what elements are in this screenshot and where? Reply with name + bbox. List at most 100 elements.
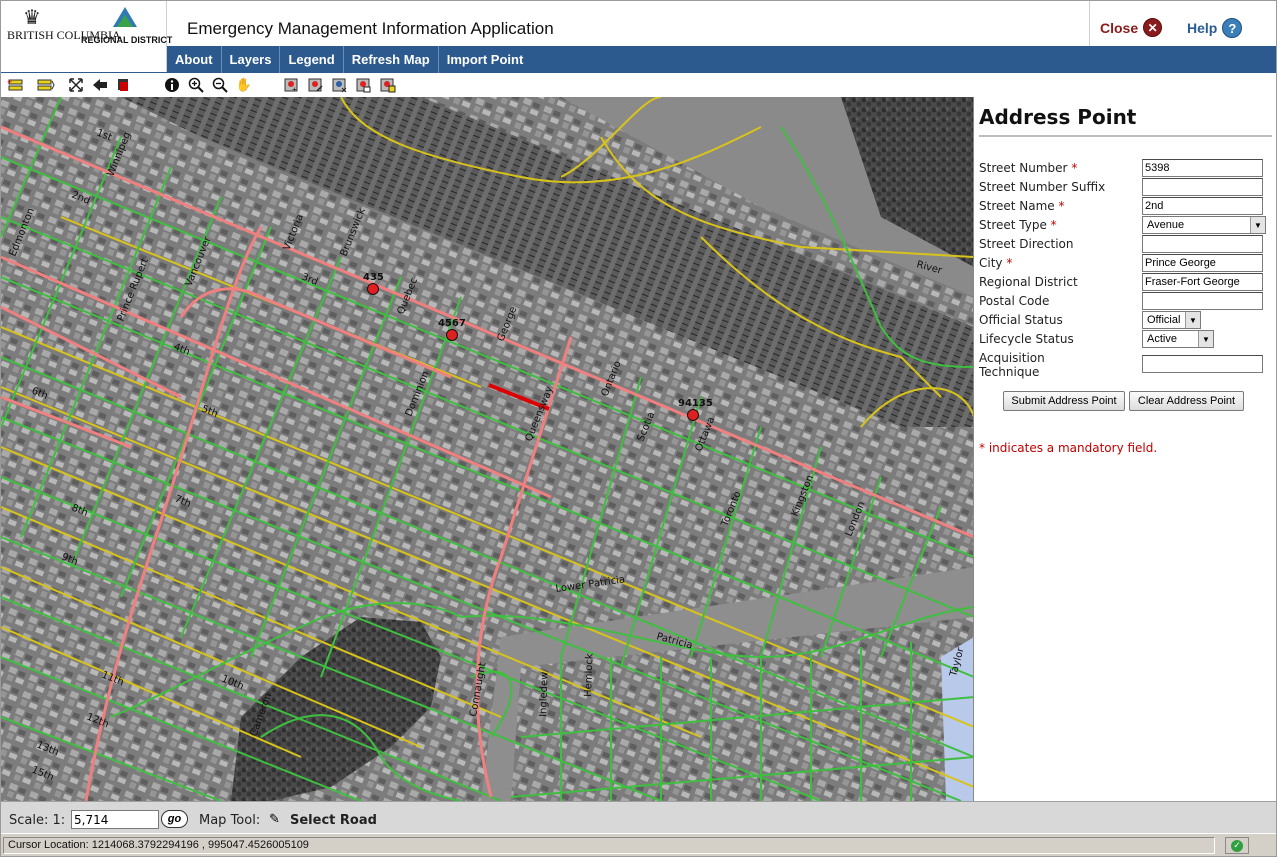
close-label: Close [1100,19,1139,36]
help-icon[interactable]: ? [1222,18,1243,38]
nav-about[interactable]: About [167,46,222,73]
pan-icon[interactable]: ✋ [235,76,253,94]
street-name-label: Street Name * [979,199,1065,213]
map-label: Ingledew [538,671,551,717]
street-number-suffix-input[interactable] [1142,178,1263,196]
chevron-down-icon[interactable]: ▼ [1185,312,1200,328]
submit-address-point-button[interactable]: Submit Address Point [1003,391,1125,411]
lifecycle-status-label: Lifecycle Status [979,332,1074,346]
map-tool-value: Select Road [290,813,377,828]
app-title: Emergency Management Information Applica… [187,19,554,38]
lifecycle-status-value: Active [1147,333,1177,345]
city-label: City * [979,256,1013,270]
street-type-value: Avenue [1147,219,1185,231]
street-type-select[interactable]: Avenue ▼ [1142,216,1266,234]
scale-input[interactable] [71,810,159,829]
street-number-suffix-row: Street Number Suffix [979,178,1269,197]
add-point-icon[interactable]: + [283,76,301,94]
go-button[interactable]: go [161,810,188,828]
street-direction-row: Street Direction [979,235,1269,254]
official-status-value: Official [1147,314,1181,326]
svg-text:+: + [7,77,12,87]
mandatory-field-note: * indicates a mandatory field. [979,441,1158,455]
svg-text:+: + [292,85,297,93]
help-label: Help [1187,20,1218,36]
regional-district-label: Regional District [979,275,1078,289]
official-status-select[interactable]: Official ▼ [1142,311,1201,329]
map-view[interactable]: 1st 2nd 3rd 4th 5th 6th 7th 8th 9th 10th… [1,97,974,801]
street-direction-label: Street Direction [979,237,1074,251]
status-bar: Cursor Location: 1214068.3792294196 , 99… [1,833,1276,856]
help-button[interactable]: Help ? [1187,18,1243,38]
back-extent-icon[interactable] [91,76,109,94]
rd-logo-text: REGIONAL DISTRICT [81,35,173,45]
acquisition-technique-input[interactable] [1142,355,1263,373]
regional-district-logo: REGIONAL DISTRICT [81,7,172,47]
zoom-in-icon[interactable] [187,76,205,94]
panel-title: Address Point [979,105,1137,129]
street-number-input[interactable] [1142,159,1263,177]
scale-label: Scale: 1: [9,813,66,828]
layer-toggle-icon[interactable] [37,76,55,94]
acquisition-technique-label: Acquisition Technique [979,351,1045,379]
acquisition-technique-row: Acquisition Technique [979,349,1269,383]
nav-refresh-map[interactable]: Refresh Map [344,46,439,73]
regional-district-input[interactable] [1142,273,1263,291]
cursor-location: Cursor Location: 1214068.3792294196 , 99… [3,837,1215,854]
zoom-out-icon[interactable] [211,76,229,94]
check-icon: ✓ [1231,839,1243,852]
query-point-icon[interactable] [379,76,397,94]
close-button[interactable]: Close ✕ [1100,18,1163,37]
map-toolbar: + ✋ + [1,73,1276,97]
postal-code-row: Postal Code [979,292,1269,311]
address-point-label: 94135 [678,398,713,409]
chevron-down-icon[interactable]: ▼ [1250,217,1265,233]
city-row: City * [979,254,1269,273]
info-icon[interactable] [163,76,181,94]
close-icon[interactable]: ✕ [1143,18,1163,37]
city-input[interactable] [1142,254,1263,272]
nav-legend[interactable]: Legend [280,46,344,73]
app-window: Emergency Management Information Applica… [0,0,1277,857]
nav-import-point[interactable]: Import Point [439,46,532,73]
clear-address-point-button[interactable]: Clear Address Point [1129,391,1244,411]
street-number-row: Street Number * [979,159,1269,178]
street-name-row: Street Name * [979,197,1269,216]
street-number-suffix-label: Street Number Suffix [979,180,1106,194]
select-point-icon[interactable] [355,76,373,94]
street-type-row: Street Type * Avenue ▼ [979,216,1269,235]
street-type-label: Street Type * [979,218,1057,232]
street-name-input[interactable] [1142,197,1263,215]
street-direction-input[interactable] [1142,235,1263,253]
crest-icon: ♛ [23,5,41,29]
map-label: Hemlock [583,653,596,697]
tree-icon [117,15,133,27]
official-status-row: Official Status Official ▼ [979,311,1269,330]
address-point-panel: Address Point Street Number * Street Num… [975,97,1276,801]
edit-point-icon[interactable] [307,76,325,94]
street-number-label: Street Number * [979,161,1078,175]
logo-area: ♛ BRITISH COLUMBIA REGIONAL DISTRICT [1,1,172,72]
panel-divider [979,135,1272,137]
move-point-icon[interactable] [331,76,349,94]
lifecycle-status-row: Lifecycle Status Active ▼ [979,330,1269,349]
map-tool-label: Map Tool: [199,813,261,828]
full-extent-icon[interactable] [67,76,85,94]
nav-layers[interactable]: Layers [222,46,281,73]
postal-code-label: Postal Code [979,294,1050,308]
bc-logo: ♛ BRITISH COLUMBIA [7,5,121,45]
official-status-label: Official Status [979,313,1063,327]
address-point-label: 435 [363,272,384,283]
postal-code-input[interactable] [1142,292,1263,310]
nav-bar: About Layers Legend Refresh Map Import P… [167,46,1276,73]
scale-bar: Scale: 1: go Map Tool: ✎ Select Road [1,801,1276,833]
status-indicator: ✓ [1225,837,1249,854]
layer-add-icon[interactable]: + [7,76,25,94]
pencil-icon: ✎ [269,811,280,826]
map-canvas[interactable]: 1st 2nd 3rd 4th 5th 6th 7th 8th 9th 10th… [1,97,974,801]
header-actions: Close ✕ Help ? [1089,1,1276,46]
chevron-down-icon[interactable]: ▼ [1198,331,1213,347]
header: Emergency Management Information Applica… [1,1,1276,46]
delete-icon[interactable] [115,76,133,94]
lifecycle-status-select[interactable]: Active ▼ [1142,330,1214,348]
